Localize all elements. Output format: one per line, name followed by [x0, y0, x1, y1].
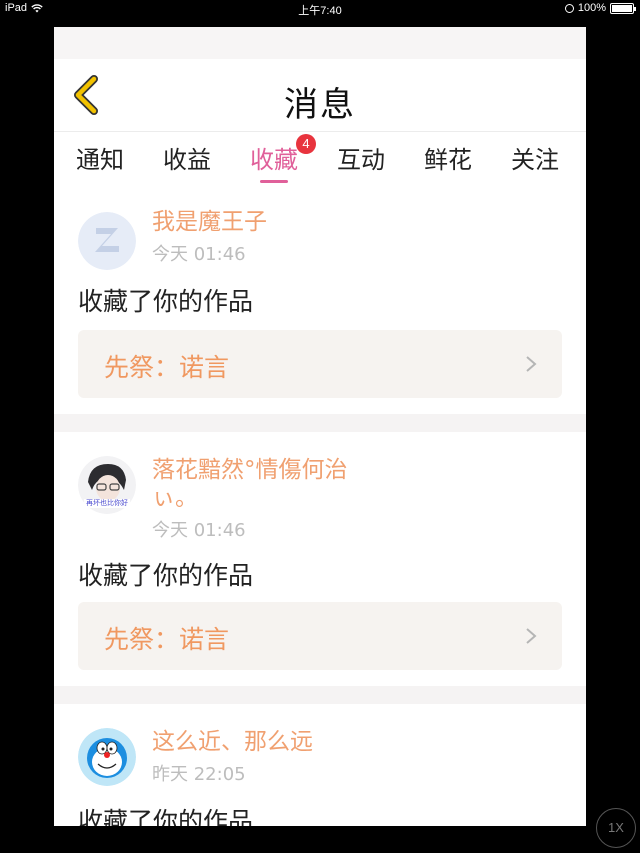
- notification-card: 我是魔王子 今天 01:46 收藏了你的作品 先祭：诺言: [54, 196, 586, 414]
- tab-bar: 通知 收益 收藏 4 互动 鲜花 关注: [54, 131, 586, 196]
- default-avatar-icon: [78, 212, 136, 270]
- header: 消息: [54, 59, 586, 131]
- tab-earnings[interactable]: 收益: [163, 140, 211, 175]
- username[interactable]: 这么近、那么远: [152, 728, 392, 756]
- status-bar: iPad 上午7:40 100%: [0, 0, 640, 18]
- doraemon-avatar-icon: [78, 728, 136, 786]
- tab-favorites-label: 收藏: [250, 146, 298, 174]
- unread-badge: 4: [296, 134, 316, 154]
- chevron-right-icon: [526, 628, 537, 644]
- avatar[interactable]: 再坏也比你好: [78, 456, 136, 514]
- chevron-right-icon: [526, 356, 537, 372]
- top-strip: [54, 27, 586, 59]
- work-title: 先祭：诺言: [104, 625, 230, 654]
- action-text: 收藏了你的作品: [78, 807, 254, 826]
- tab-favorites[interactable]: 收藏 4: [250, 134, 316, 183]
- clock: 上午7:40: [298, 5, 342, 17]
- action-text: 收藏了你的作品: [78, 561, 254, 590]
- tab-notice[interactable]: 通知: [76, 140, 124, 175]
- tab-flowers[interactable]: 鲜花: [424, 140, 472, 175]
- battery-percent: 100%: [577, 2, 606, 14]
- work-link[interactable]: 先祭：诺言: [78, 602, 562, 670]
- avatar[interactable]: [78, 212, 136, 270]
- timestamp: 今天 01:46: [152, 244, 246, 265]
- username[interactable]: 落花黯然°情傷何治ぃ。: [152, 456, 392, 512]
- tab-follow[interactable]: 关注: [511, 140, 559, 175]
- username[interactable]: 我是魔王子: [152, 208, 392, 236]
- timestamp: 今天 01:46: [152, 520, 246, 541]
- app-window: 消息 通知 收益 收藏 4 互动 鲜花 关注 我是魔王子 今天 01:46 收藏…: [54, 27, 586, 826]
- zoom-toggle-button[interactable]: 1X: [596, 808, 636, 848]
- avatar-caption: 再坏也比你好: [86, 499, 128, 507]
- battery-icon: [610, 2, 636, 14]
- notification-card: 这么近、那么远 昨天 22:05 收藏了你的作品: [54, 704, 586, 826]
- action-text: 收藏了你的作品: [78, 287, 254, 316]
- page-title: 消息: [284, 85, 356, 125]
- tab-interaction[interactable]: 互动: [337, 140, 385, 175]
- work-title: 先祭：诺言: [104, 353, 230, 382]
- notification-card: 再坏也比你好 落花黯然°情傷何治ぃ。 今天 01:46 收藏了你的作品 先祭：诺…: [54, 432, 586, 686]
- avatar[interactable]: [78, 728, 136, 786]
- alarm-icon: [564, 3, 574, 13]
- active-tab-indicator: [260, 180, 288, 183]
- timestamp: 昨天 22:05: [152, 764, 246, 785]
- work-link[interactable]: 先祭：诺言: [78, 330, 562, 398]
